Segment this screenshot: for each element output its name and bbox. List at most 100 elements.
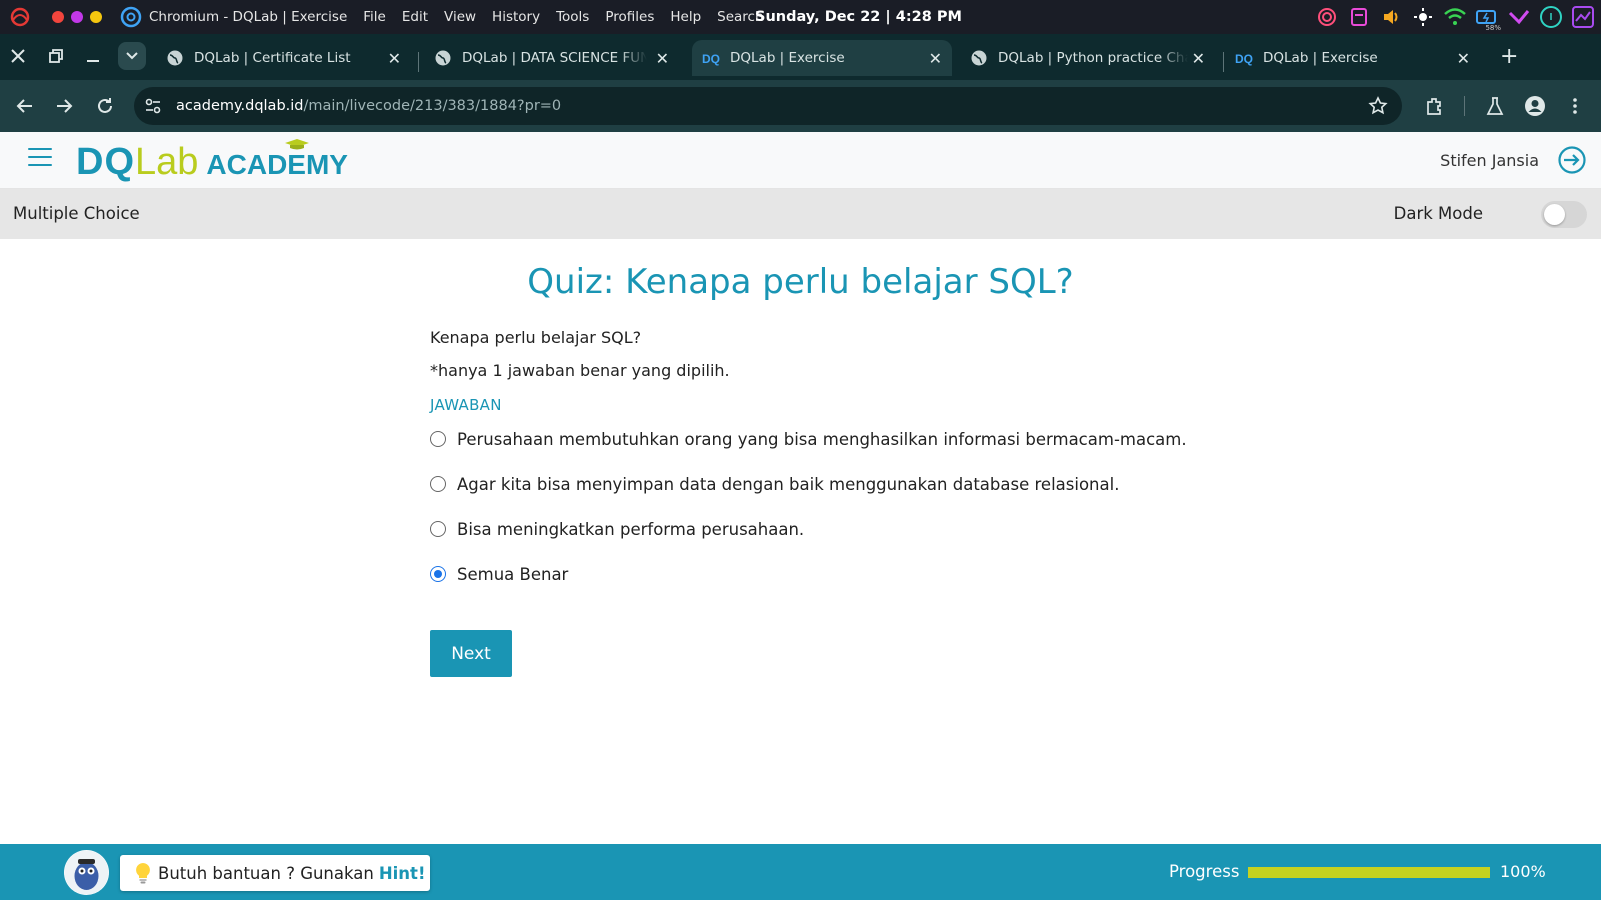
dqlab-favicon-icon: DQ (1235, 52, 1253, 66)
radio-button-selected[interactable] (430, 566, 446, 582)
profile-avatar-icon[interactable] (1523, 94, 1547, 118)
tab-divider (418, 52, 419, 72)
graduation-cap-icon (285, 139, 310, 150)
next-button[interactable]: Next (430, 630, 512, 677)
answer-option-1[interactable]: Perusahaan membutuhkan orang yang bisa m… (430, 427, 1187, 451)
tab-title: DQLab | Exercise (1263, 50, 1378, 66)
brand-lab: Lab (135, 141, 199, 183)
tab-certificate-list[interactable]: DQLab | Certificate List ✕ (156, 40, 411, 76)
answer-label: Agar kita bisa menyimpan data dengan bai… (457, 474, 1120, 494)
menu-tools[interactable]: Tools (556, 9, 589, 25)
radio-button[interactable] (430, 431, 446, 447)
section-title: Multiple Choice (13, 204, 140, 223)
toggle-knob (1544, 204, 1565, 225)
close-tab-icon[interactable]: ✕ (1192, 49, 1205, 68)
volume-icon[interactable] (1379, 5, 1403, 29)
address-bar[interactable]: academy.dqlab.id/main/livecode/213/383/1… (134, 87, 1402, 125)
tab-data-science-fundamental[interactable]: DQLab | DATA SCIENCE FUNDAMENTAL ✕ (424, 40, 679, 76)
menu-history[interactable]: History (492, 9, 540, 25)
tab-exercise-active[interactable]: DQ DQLab | Exercise ✕ (692, 40, 952, 76)
back-icon[interactable] (13, 94, 37, 118)
answer-option-2[interactable]: Agar kita bisa menyimpan data dengan bai… (430, 472, 1119, 496)
lightbulb-icon (136, 863, 150, 884)
instruction-text: *hanya 1 jawaban benar yang dipilih. (430, 361, 730, 380)
svg-text:DQ: DQ (1235, 52, 1253, 66)
bookmark-star-icon[interactable] (1368, 96, 1388, 116)
toolbar-divider (1464, 96, 1465, 116)
labs-flask-icon[interactable] (1483, 94, 1507, 118)
maximize-dot[interactable] (90, 11, 102, 23)
system-tray: 58% (1315, 5, 1595, 32)
power-icon[interactable] (1539, 5, 1563, 29)
tab-title: DQLab | DATA SCIENCE FUNDAMENTAL (462, 50, 647, 66)
minimize-window-icon[interactable] (79, 42, 107, 70)
dark-mode-label: Dark Mode (1393, 204, 1483, 223)
app-name: Chromium - DQLab | Exercise (149, 9, 348, 25)
activity-icon[interactable] (1571, 5, 1595, 29)
hint-link[interactable]: Hint! (379, 864, 426, 883)
menu-help[interactable]: Help (670, 9, 701, 25)
hamburger-menu-icon[interactable] (28, 148, 52, 168)
hint-box[interactable]: Butuh bantuan ? Gunakan Hint! (120, 855, 430, 891)
answers-label: JAWABAN (430, 396, 502, 414)
tab-title: DQLab | Certificate List (194, 50, 351, 66)
dqlab-academy-logo[interactable]: DQ Lab ACADEMY (76, 139, 348, 183)
url-path: /main/livecode/213/383/1884?pr=0 (303, 98, 562, 114)
globe-icon (435, 50, 451, 66)
close-tab-icon[interactable]: ✕ (388, 49, 401, 68)
user-name[interactable]: Stifen Jansia (1440, 132, 1539, 189)
close-tab-icon[interactable]: ✕ (1457, 49, 1470, 68)
mascot-avatar[interactable] (64, 850, 109, 895)
menu-view[interactable]: View (444, 9, 476, 25)
forward-icon[interactable] (52, 94, 76, 118)
window-controls (52, 11, 102, 23)
logout-icon[interactable] (1557, 145, 1587, 175)
check-icon[interactable] (1507, 5, 1531, 29)
dark-mode-toggle[interactable] (1541, 201, 1587, 228)
new-tab-icon[interactable]: + (1500, 44, 1518, 69)
url-host: academy.dqlab.id (176, 98, 304, 114)
close-tab-icon[interactable]: ✕ (929, 49, 942, 68)
record-icon[interactable] (1315, 5, 1339, 29)
tab-python-practice[interactable]: DQLab | Python practice Challenge ✕ (960, 40, 1215, 76)
answer-option-3[interactable]: Bisa meningkatkan performa perusahaan. (430, 517, 804, 541)
section-bar: Multiple Choice Dark Mode (0, 189, 1601, 239)
close-dot[interactable] (52, 11, 64, 23)
close-tab-icon[interactable]: ✕ (656, 49, 669, 68)
reload-icon[interactable] (93, 94, 117, 118)
tab-search-icon[interactable] (118, 42, 146, 70)
site-settings-icon[interactable] (144, 97, 162, 115)
battery-icon[interactable]: 58% (1475, 5, 1501, 32)
menu-profiles[interactable]: Profiles (605, 9, 654, 25)
answer-label: Perusahaan membutuhkan orang yang bisa m… (457, 429, 1187, 449)
url-text[interactable]: academy.dqlab.id/main/livecode/213/383/1… (176, 87, 561, 125)
tab-exercise[interactable]: DQ DQLab | Exercise ✕ (1225, 40, 1480, 76)
tab-title: DQLab | Exercise (730, 50, 845, 66)
globe-icon (971, 50, 987, 66)
menu-edit[interactable]: Edit (402, 9, 428, 25)
extensions-icon[interactable] (1423, 94, 1447, 118)
brand-academy: ACADEMY (206, 139, 348, 182)
dqlab-favicon-icon: DQ (702, 52, 720, 66)
wifi-icon[interactable] (1443, 5, 1467, 29)
chromium-icon (120, 6, 142, 28)
radio-button[interactable] (430, 521, 446, 537)
close-window-icon[interactable] (4, 42, 32, 70)
clock[interactable]: Sunday, Dec 22 | 4:28 PM (755, 0, 962, 34)
restore-window-icon[interactable] (42, 42, 70, 70)
distro-logo-icon[interactable] (9, 6, 31, 28)
svg-text:DQ: DQ (702, 52, 720, 66)
tab-strip: DQLab | Certificate List ✕ DQLab | DATA … (0, 34, 1601, 80)
minimize-dot[interactable] (71, 11, 83, 23)
browser-menu-icon[interactable] (1563, 94, 1587, 118)
footer-bar: Butuh bantuan ? Gunakan Hint! Progress 1… (0, 844, 1601, 900)
question-text: Kenapa perlu belajar SQL? (430, 328, 642, 347)
radio-button[interactable] (430, 476, 446, 492)
menu-file[interactable]: File (363, 9, 386, 25)
notes-icon[interactable] (1347, 5, 1371, 29)
progress-bar (1248, 867, 1490, 878)
globe-icon (167, 50, 183, 66)
site-header: DQ Lab ACADEMY Stifen Jansia (0, 132, 1601, 189)
brightness-icon[interactable] (1411, 5, 1435, 29)
answer-option-4[interactable]: Semua Benar (430, 562, 568, 586)
